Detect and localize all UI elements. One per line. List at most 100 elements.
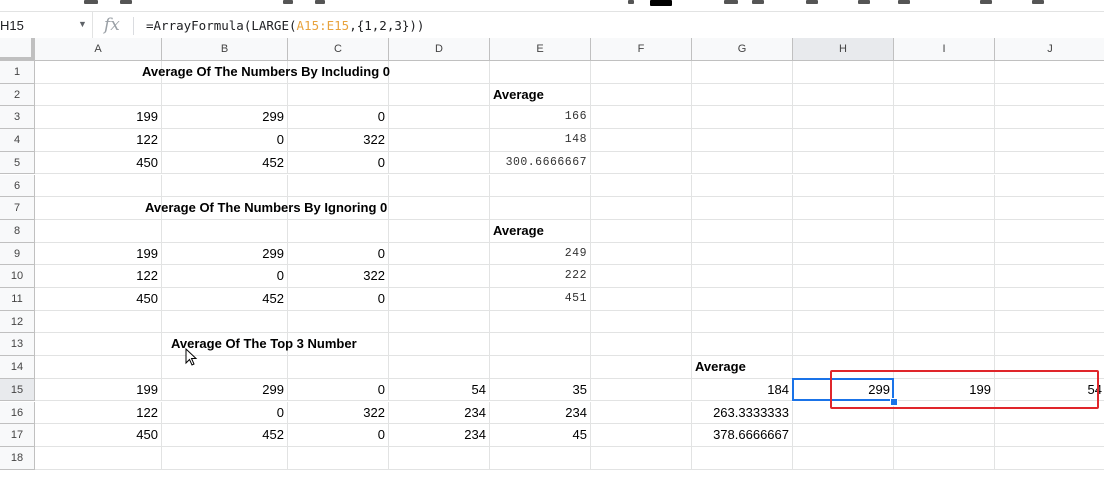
cell-d10[interactable]	[389, 265, 490, 288]
cell-c17[interactable]: 0	[288, 424, 389, 447]
cell-a5[interactable]: 450	[35, 151, 162, 175]
column-header-j[interactable]: J	[995, 38, 1104, 61]
cell-f1[interactable]	[591, 61, 692, 84]
cell-e15[interactable]: 35	[490, 378, 591, 402]
cell-f5[interactable]	[591, 151, 692, 175]
row-header-6[interactable]: 6	[0, 174, 35, 198]
cell-e17[interactable]: 45	[490, 424, 591, 447]
cell-d9[interactable]	[389, 242, 490, 266]
cell-d3[interactable]	[389, 106, 490, 130]
cell-d5[interactable]	[389, 151, 490, 175]
cell-c10[interactable]: 322	[288, 265, 389, 288]
cell-e11[interactable]: 451	[490, 288, 591, 311]
cell-i13[interactable]	[894, 333, 995, 357]
row-header-11[interactable]: 11	[0, 288, 35, 311]
cell-d15[interactable]: 54	[389, 378, 490, 402]
cell-j15[interactable]: 54	[995, 379, 1104, 402]
cell-f9[interactable]	[591, 242, 692, 266]
cell-i16[interactable]	[894, 401, 995, 425]
select-all-corner[interactable]	[0, 38, 35, 61]
cell-c2[interactable]	[288, 83, 389, 107]
cell-f13[interactable]	[591, 333, 692, 357]
cell-b15[interactable]: 299	[162, 378, 288, 402]
cell-h3[interactable]	[793, 106, 894, 130]
cell-a10[interactable]: 122	[35, 265, 162, 288]
cell-f10[interactable]	[591, 265, 692, 288]
column-header-a[interactable]: A	[35, 38, 162, 61]
cell-g2[interactable]	[692, 83, 793, 107]
cell-c12[interactable]	[288, 310, 389, 334]
cell-b16[interactable]: 0	[162, 401, 288, 425]
cell-h13[interactable]	[793, 333, 894, 357]
cell-g11[interactable]	[692, 288, 793, 311]
row-header-9[interactable]: 9	[0, 242, 35, 266]
cell-j13[interactable]	[995, 333, 1104, 357]
row-header-7[interactable]: 7	[0, 197, 35, 220]
cell-j2[interactable]	[995, 84, 1104, 107]
cell-g5[interactable]	[692, 151, 793, 175]
formula-input[interactable]: =ArrayFormula(LARGE(A15:E15,{1,2,3}))	[146, 18, 424, 33]
cell-f15[interactable]	[591, 378, 692, 402]
cell-c4[interactable]: 322	[288, 129, 389, 152]
cell-f16[interactable]	[591, 401, 692, 425]
cell-i3[interactable]	[894, 106, 995, 130]
cell-b10[interactable]: 0	[162, 265, 288, 288]
cell-j18[interactable]	[995, 447, 1104, 470]
cell-c8[interactable]	[288, 219, 389, 243]
fill-handle[interactable]	[890, 397, 898, 406]
cell-f2[interactable]	[591, 83, 692, 107]
cell-a12[interactable]	[35, 310, 162, 334]
cell-d6[interactable]	[389, 174, 490, 198]
cell-b6[interactable]	[162, 174, 288, 198]
cell-a3[interactable]: 199	[35, 106, 162, 130]
cell-j14[interactable]	[995, 356, 1104, 379]
cell-j3[interactable]	[995, 106, 1104, 130]
cell-c15[interactable]: 0	[288, 378, 389, 402]
cell-g16[interactable]: 263.3333333	[692, 401, 793, 425]
cell-g7[interactable]	[692, 197, 793, 220]
cell-g9[interactable]	[692, 242, 793, 266]
cell-j10[interactable]	[995, 265, 1104, 288]
cell-h12[interactable]	[793, 310, 894, 334]
cell-g14[interactable]: Average	[692, 356, 793, 379]
cell-e1[interactable]	[490, 61, 591, 84]
cell-j11[interactable]	[995, 288, 1104, 311]
cell-h8[interactable]	[793, 219, 894, 243]
cell-b8[interactable]	[162, 219, 288, 243]
cell-h2[interactable]	[793, 83, 894, 107]
column-header-d[interactable]: D	[389, 38, 490, 61]
cell-a14[interactable]	[35, 356, 162, 379]
cell-h17[interactable]	[793, 424, 894, 447]
cell-e4[interactable]: 148	[490, 129, 591, 152]
cell-e7[interactable]	[490, 197, 591, 220]
cell-e3[interactable]: 166	[490, 106, 591, 130]
cell-d18[interactable]	[389, 446, 490, 470]
cell-d16[interactable]: 234	[389, 401, 490, 425]
cell-d11[interactable]	[389, 288, 490, 311]
row-header-8[interactable]: 8	[0, 219, 35, 243]
cell-h6[interactable]	[793, 174, 894, 198]
row-header-13[interactable]: 13	[0, 333, 35, 357]
cell-h15[interactable]: 299	[793, 378, 894, 402]
cell-e9[interactable]: 249	[490, 242, 591, 266]
cell-a2[interactable]	[35, 83, 162, 107]
column-header-c[interactable]: C	[288, 38, 389, 61]
cell-f3[interactable]	[591, 106, 692, 130]
row-header-14[interactable]: 14	[0, 356, 35, 379]
column-header-g[interactable]: G	[692, 38, 793, 61]
cell-g8[interactable]	[692, 219, 793, 243]
cell-e12[interactable]	[490, 310, 591, 334]
cell-j7[interactable]	[995, 197, 1104, 220]
cell-d8[interactable]	[389, 219, 490, 243]
cell-b4[interactable]: 0	[162, 129, 288, 152]
cell-g17[interactable]: 378.6666667	[692, 424, 793, 447]
cell-f18[interactable]	[591, 446, 692, 470]
cell-h14[interactable]	[793, 356, 894, 379]
cell-d4[interactable]	[389, 129, 490, 152]
row-header-4[interactable]: 4	[0, 129, 35, 152]
cell-b12[interactable]	[162, 310, 288, 334]
cell-e18[interactable]	[490, 446, 591, 470]
cell-i11[interactable]	[894, 288, 995, 311]
cell-a7[interactable]	[35, 197, 162, 220]
cell-j5[interactable]	[995, 152, 1104, 175]
